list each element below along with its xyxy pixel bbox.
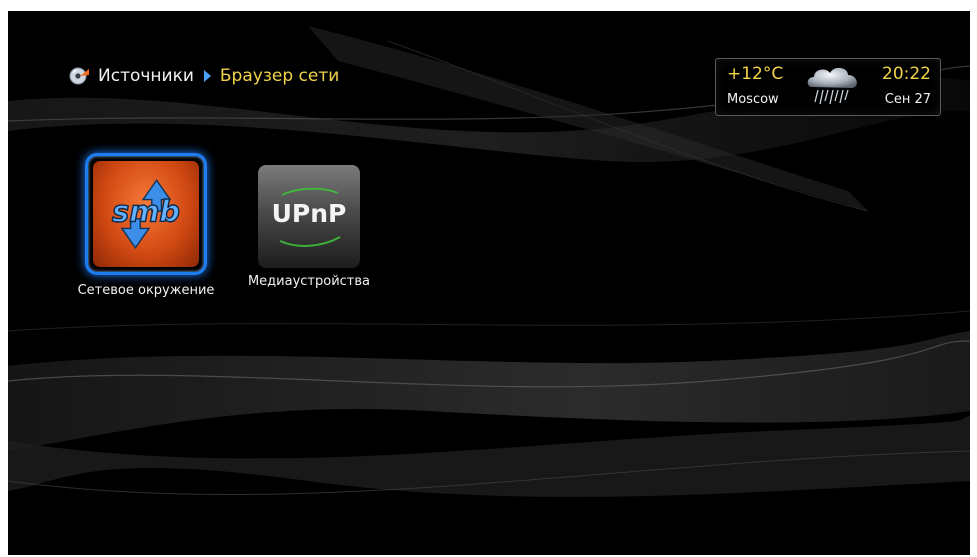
weather-widget: +12°C Moscow 20:22 Сен 27: [715, 58, 941, 116]
source-item-label: Медиаустройства: [247, 274, 371, 289]
breadcrumb-root[interactable]: Источники: [98, 66, 194, 86]
upnp-logo-text: UPnP: [271, 199, 347, 228]
breadcrumb: Источники Браузер сети: [68, 64, 339, 88]
source-item-media-devices[interactable]: UPnP Медиаустройства: [234, 165, 384, 289]
rain-cloud-icon: [807, 67, 857, 105]
upnp-icon: UPnP: [258, 165, 360, 267]
source-item-label: Сетевое окружение: [77, 283, 215, 298]
weather-city: Moscow: [727, 92, 779, 107]
smb-network-icon: smb: [93, 161, 199, 267]
media-player-screen: Источники Браузер сети +12°C Moscow 20:2…: [8, 11, 970, 555]
breadcrumb-arrow-icon: [203, 70, 211, 82]
weather-temperature: +12°C: [727, 64, 784, 84]
breadcrumb-current: Браузер сети: [219, 66, 340, 86]
disc-source-icon: [69, 67, 89, 85]
clock-date: Сен 27: [884, 92, 931, 107]
source-item-network-neighborhood[interactable]: smb Сетевое окружение: [66, 153, 226, 298]
smb-logo-text: smb: [112, 195, 180, 229]
clock-time: 20:22: [882, 64, 931, 84]
selection-highlight: smb: [85, 153, 207, 275]
